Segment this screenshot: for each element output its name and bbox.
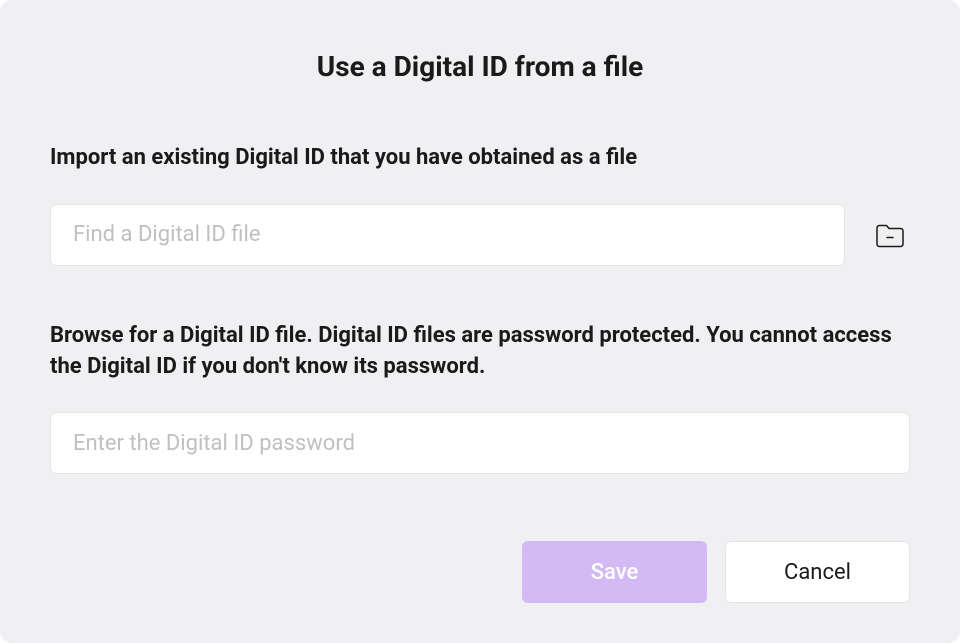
browse-instructions: Browse for a Digital ID file. Digital ID… bbox=[50, 321, 910, 383]
save-button[interactable]: Save bbox=[522, 541, 707, 603]
file-input-row bbox=[50, 204, 910, 266]
folder-icon bbox=[874, 221, 906, 249]
browse-button[interactable] bbox=[870, 217, 910, 253]
cancel-button[interactable]: Cancel bbox=[725, 541, 910, 603]
password-input[interactable] bbox=[50, 412, 910, 474]
password-input-wrap bbox=[50, 412, 910, 474]
digital-id-dialog: Use a Digital ID from a file Import an e… bbox=[0, 0, 960, 643]
button-row: Save Cancel bbox=[50, 541, 910, 603]
dialog-title: Use a Digital ID from a file bbox=[50, 50, 910, 83]
file-path-input[interactable] bbox=[50, 204, 845, 266]
import-label: Import an existing Digital ID that you h… bbox=[50, 143, 910, 174]
